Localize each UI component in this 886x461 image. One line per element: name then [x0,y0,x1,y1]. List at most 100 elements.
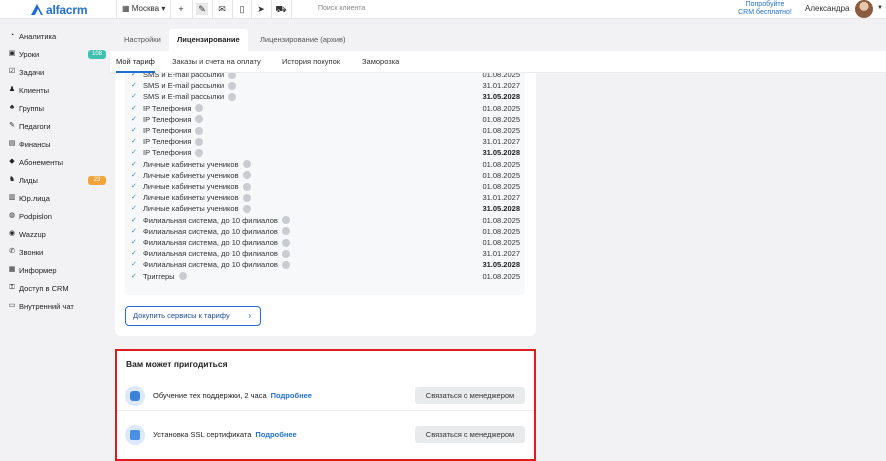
info-icon[interactable] [195,148,204,157]
service-row: ✓ Филиальная система, до 10 филиалов 01.08… [125,237,525,248]
info-icon[interactable] [242,204,251,213]
service-label: Филиальная система, до 10 филиалов [143,238,278,247]
phone-icon[interactable]: ▯ [236,3,248,15]
avatar[interactable] [855,0,873,18]
details-link[interactable]: Подробнее [255,430,296,439]
subtab-freeze[interactable]: Заморозка [362,51,399,73]
contact-manager-button[interactable]: Связаться с менеджером [415,387,525,404]
contact-manager-button[interactable]: Связаться с менеджером [415,426,525,443]
telegram-icon[interactable]: ➤ [255,3,267,15]
service-expiry-date: 31.01.2027 [482,249,520,259]
info-icon[interactable] [195,137,204,146]
recommendation-item: Установка SSL сертификата Подробнее Связа… [117,420,534,450]
details-link[interactable]: Подробнее [271,391,312,400]
service-label: IP Телефония [143,148,192,158]
info-icon[interactable] [242,160,251,169]
city-selector[interactable]: ▦ Москва ▾ [122,4,165,13]
service-row: ✓ Филиальная система, до 10 филиалов 01.08… [125,215,525,226]
sidebar-item-label: Юр.лица [19,193,50,203]
promo-line-1: Попробуйте [745,1,785,8]
service-name: Личные кабинеты учеников [143,192,251,203]
teachers-icon: ✎ [9,122,15,129]
service-name: IP Телефония [143,125,204,136]
calls-icon: ✆ [9,248,15,255]
info-icon[interactable] [228,81,237,90]
sidebar-item[interactable]: ♟ Клиенты [0,83,110,97]
sidebar-item[interactable]: ◆ Абонементы [0,155,110,169]
sidebar-item[interactable]: ♞ Лиды 23 [0,173,110,187]
sidebar-item-label: Доступ в CRM [19,283,69,293]
service-label: Филиальная система, до 10 филиалов [143,215,278,225]
sidebar-item[interactable]: ✆ Звонки [0,245,110,259]
groups-icon: ♣ [9,104,15,111]
info-icon[interactable] [242,171,251,180]
alfacrm-logo-icon [31,4,44,15]
service-row: ✓ IP Телефония 31.01.2027 [125,136,525,147]
plus-icon[interactable]: + [175,3,187,15]
info-icon[interactable] [281,216,290,225]
info-icon[interactable] [281,238,290,247]
city-icon: ▦ [122,4,130,13]
sidebar-item[interactable]: ▥ Юр.лица [0,191,110,205]
tab-licensing-archive[interactable]: Лицензирование (архив) [252,29,353,51]
service-expiry-date: 01.08.2025 [482,226,520,236]
info-icon[interactable] [242,193,251,202]
service-row: ✓ Триггеры 01.08.2025 [125,271,525,282]
service-expiry-date: 31.05.2028 [482,260,520,270]
info-icon[interactable] [281,227,290,236]
sidebar-item[interactable]: ◉ Wazzup [0,227,110,241]
sidebar-item[interactable]: ✎ Педагоги [0,119,110,133]
service-name: SMS и E-mail рассылки [143,73,237,80]
wrench-icon[interactable]: ✎ [196,3,208,15]
service-name: IP Телефония [143,114,204,125]
sidebar-item[interactable]: ♣ Группы [0,101,110,115]
info-icon[interactable] [178,272,187,281]
user-name[interactable]: Александра [805,4,849,13]
service-row: ✓ IP Телефония 01.08.2025 [125,125,525,136]
buy-services-button[interactable]: Докупить сервисы к тарифу › [125,306,261,326]
check-icon: ✓ [131,272,137,280]
check-icon: ✓ [131,183,137,190]
sidebar-item-label: Группы [19,103,44,113]
info-icon[interactable] [195,126,204,135]
sidebar-item[interactable]: ▤ Финансы [0,137,110,151]
info-icon[interactable] [195,104,204,113]
service-name: Филиальная система, до 10 филиалов [143,226,290,237]
service-name: Триггеры [143,271,187,282]
cart-icon[interactable]: ⛟ [275,3,287,15]
tab-licensing[interactable]: Лицензирование [169,29,248,51]
sidebar-item[interactable]: ◍ Podpislon [0,209,110,223]
sidebar-item-label: Информер [19,265,57,275]
service-label: SMS и E-mail рассылки [143,73,225,79]
tab-settings[interactable]: Настройки [116,29,169,51]
recommendation-text: Обучение тех поддержки, 2 часа Подробнее [153,391,312,400]
chevron-down-icon[interactable]: ▼ [877,5,883,11]
info-icon[interactable] [281,260,290,269]
sidebar-item[interactable]: ▭ Внутренний чат [0,299,110,313]
subtab-orders[interactable]: Заказы и счета на оплату [172,51,261,73]
client-search-input[interactable]: Поиск клиента [318,5,365,12]
info-icon[interactable] [242,182,251,191]
recommendation-text: Установка SSL сертификата Подробнее [153,430,297,439]
info-icon[interactable] [228,92,237,101]
subtab-my-plan[interactable]: Мой тариф [116,51,155,73]
info-icon[interactable] [195,115,204,124]
sidebar-item[interactable]: ☑ Задачи [0,65,110,79]
sidebar-item[interactable]: ▣ Уроки 108 [0,47,110,61]
service-expiry-date: 31.05.2028 [482,92,520,102]
service-expiry-date: 01.08.2025 [482,271,520,281]
logo[interactable]: alfacrm [31,2,87,17]
divider [192,0,193,19]
promo-link[interactable]: Попробуйте CRM бесплатно! [736,1,794,17]
sidebar-item[interactable]: ⚿ Доступ в CRM [0,281,110,295]
info-icon[interactable] [228,73,237,79]
service-expiry-date: 01.08.2025 [482,238,520,247]
info-icon[interactable] [281,249,290,258]
sidebar-item[interactable]: ◔ Аналитика [0,29,110,43]
sidebar-item[interactable]: ▦ Информер [0,263,110,277]
service-expiry-date: 31.01.2027 [482,193,520,203]
service-name: Личные кабинеты учеников [143,170,251,181]
subtab-purchase-history[interactable]: История покупок [282,51,340,73]
mail-icon[interactable]: ✉ [216,3,228,15]
check-icon: ✓ [131,227,137,235]
